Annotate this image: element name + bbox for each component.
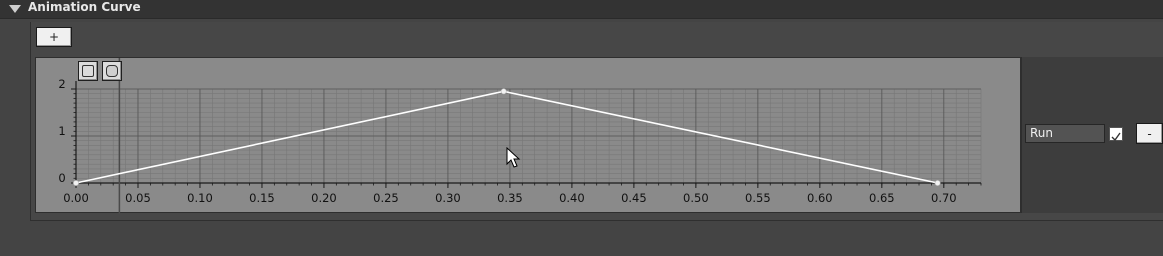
x-tick-label: 0.50 [683, 191, 709, 205]
remove-curve-button[interactable]: - [1136, 123, 1163, 144]
y-tick-label: 0 [58, 171, 65, 185]
x-tick-label: 0.55 [745, 191, 771, 205]
x-tick-label: 0.05 [125, 191, 151, 205]
y-tick-label: 1 [58, 124, 65, 138]
curve-graph[interactable]: 0.00 0.05 0.10 0.15 0.20 0.25 0.30 0.35 0.40 0.45… [35, 57, 1022, 214]
x-tick-label: 0.00 [63, 191, 89, 205]
x-tick-label: 0.65 [869, 191, 895, 205]
keyframe-point[interactable] [500, 88, 507, 95]
mouse-cursor-icon [506, 147, 521, 168]
x-tick-label: 0.60 [807, 191, 833, 205]
curve-enabled-checkbox[interactable] [1109, 127, 1123, 142]
section-header[interactable]: Animation Curve [0, 0, 1163, 19]
curve-line [75, 90, 938, 184]
x-tick-label: 0.15 [249, 191, 275, 205]
frame-icon[interactable] [78, 61, 98, 81]
x-tick-label: 0.40 [559, 191, 585, 205]
keyframe-point[interactable] [73, 180, 79, 186]
x-tick-label: 0.25 [373, 191, 399, 205]
check-icon [1111, 132, 1121, 142]
triangle-down-icon[interactable] [8, 2, 22, 16]
fit-view-icon[interactable] [102, 61, 122, 81]
section-title: Animation Curve [28, 0, 141, 14]
curve-graph-svg[interactable]: 0.00 0.05 0.10 0.15 0.20 0.25 0.30 0.35 0.40 0.45… [36, 58, 1022, 214]
x-tick-label: 0.70 [931, 191, 957, 205]
y-tick-label: 2 [58, 77, 65, 91]
add-curve-button[interactable]: + [36, 27, 72, 47]
x-tick-label: 0.10 [187, 191, 213, 205]
x-tick-label: 0.45 [621, 191, 647, 205]
keyframe-point[interactable] [934, 180, 941, 186]
x-tick-label: 0.35 [497, 191, 523, 205]
x-tick-label: 0.30 [435, 191, 461, 205]
x-tick-label: 0.20 [311, 191, 337, 205]
curve-name-field[interactable]: Run [1025, 124, 1105, 143]
